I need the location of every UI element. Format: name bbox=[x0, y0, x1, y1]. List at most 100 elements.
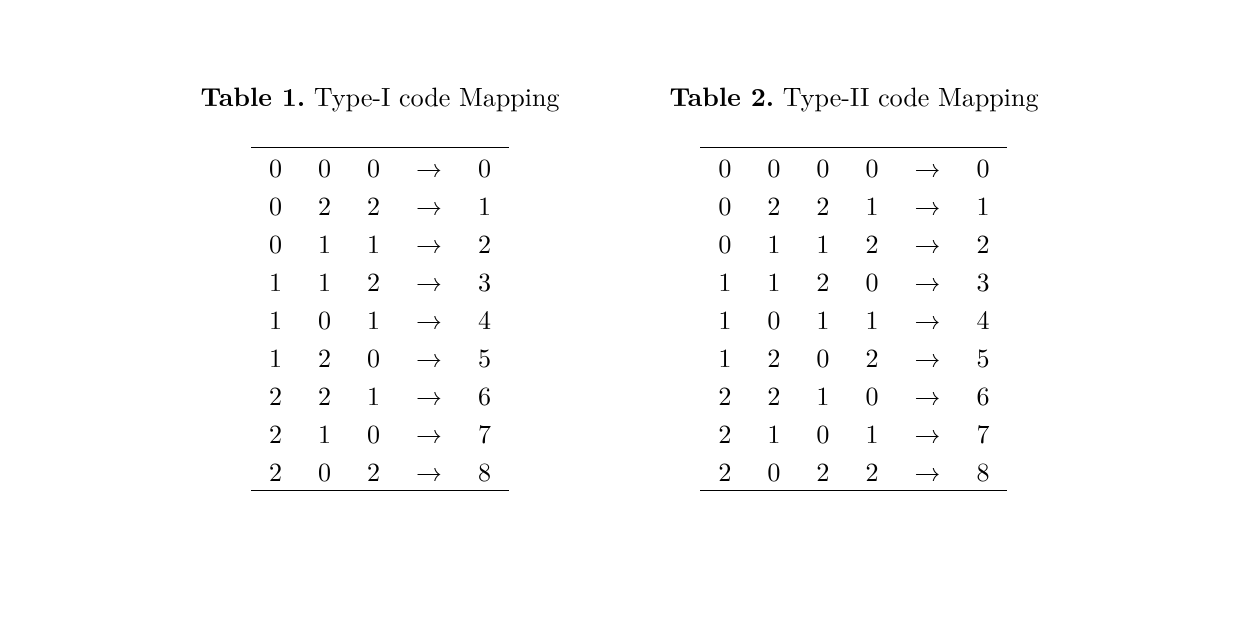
table-cell: 1 bbox=[798, 224, 847, 262]
table-cell: 1 bbox=[847, 414, 896, 452]
table-cell: 1 bbox=[251, 338, 300, 376]
table-cell: 5 bbox=[460, 338, 509, 376]
table-cell: 7 bbox=[958, 414, 1007, 452]
table-row: 1 0 1 → 4 bbox=[251, 300, 509, 338]
arrow-icon: → bbox=[398, 376, 460, 414]
arrow-icon: → bbox=[896, 224, 958, 262]
table-row: 1 1 2 0 → 3 bbox=[700, 262, 1007, 300]
table-cell: 0 bbox=[300, 452, 349, 491]
table-cell: 0 bbox=[749, 300, 798, 338]
table-cell: 1 bbox=[300, 224, 349, 262]
table-cell: 1 bbox=[251, 300, 300, 338]
arrow-icon: → bbox=[398, 338, 460, 376]
table-cell: 2 bbox=[300, 376, 349, 414]
table-row: 0 1 1 2 → 2 bbox=[700, 224, 1007, 262]
table-cell: 8 bbox=[460, 452, 509, 491]
table-cell: 0 bbox=[349, 148, 398, 187]
tables-row: Table 1. Type-I code Mapping 0 0 0 → 0 0… bbox=[0, 80, 1239, 491]
table-2-caption: Table 2. Type-II code Mapping bbox=[669, 80, 1038, 111]
table-row: 0 0 0 → 0 bbox=[251, 148, 509, 187]
table-cell: 2 bbox=[300, 338, 349, 376]
table-1: 0 0 0 → 0 0 2 2 → 1 0 1 bbox=[251, 147, 509, 491]
table-cell: 0 bbox=[847, 376, 896, 414]
table-cell: 1 bbox=[349, 224, 398, 262]
table-cell: 2 bbox=[460, 224, 509, 262]
table-row: 0 0 0 0 → 0 bbox=[700, 148, 1007, 187]
table-cell: 4 bbox=[958, 300, 1007, 338]
table-row: 0 2 2 1 → 1 bbox=[700, 186, 1007, 224]
table-cell: 2 bbox=[349, 186, 398, 224]
table-cell: 2 bbox=[349, 452, 398, 491]
table-cell: 2 bbox=[798, 186, 847, 224]
table-cell: 1 bbox=[798, 376, 847, 414]
table-cell: 2 bbox=[847, 452, 896, 491]
table-cell: 0 bbox=[847, 148, 896, 187]
table-cell: 1 bbox=[958, 186, 1007, 224]
table-1-caption: Table 1. Type-I code Mapping bbox=[201, 80, 560, 111]
table-row: 1 2 0 → 5 bbox=[251, 338, 509, 376]
table-row: 1 2 0 2 → 5 bbox=[700, 338, 1007, 376]
table-cell: 1 bbox=[349, 300, 398, 338]
table-row: 2 2 1 0 → 6 bbox=[700, 376, 1007, 414]
table-cell: 2 bbox=[251, 452, 300, 491]
table-cell: 2 bbox=[749, 338, 798, 376]
table-cell: 2 bbox=[700, 452, 749, 491]
table-2: 0 0 0 0 → 0 0 2 2 1 → 1 bbox=[700, 147, 1007, 491]
table-row: 2 0 2 → 8 bbox=[251, 452, 509, 491]
arrow-icon: → bbox=[896, 338, 958, 376]
arrow-icon: → bbox=[398, 148, 460, 187]
table-cell: 0 bbox=[749, 148, 798, 187]
table-cell: 2 bbox=[958, 224, 1007, 262]
table-cell: 2 bbox=[798, 452, 847, 491]
table-cell: 2 bbox=[749, 376, 798, 414]
table-cell: 0 bbox=[958, 148, 1007, 187]
table-cell: 1 bbox=[349, 376, 398, 414]
arrow-icon: → bbox=[398, 452, 460, 491]
table-cell: 2 bbox=[300, 186, 349, 224]
table-cell: 2 bbox=[349, 262, 398, 300]
table-cell: 1 bbox=[300, 262, 349, 300]
table-cell: 1 bbox=[700, 300, 749, 338]
table-cell: 0 bbox=[460, 148, 509, 187]
table-cell: 1 bbox=[700, 338, 749, 376]
arrow-icon: → bbox=[398, 224, 460, 262]
table-cell: 3 bbox=[958, 262, 1007, 300]
table-cell: 2 bbox=[847, 338, 896, 376]
table-1-label: Table 1. bbox=[201, 77, 306, 114]
table-cell: 2 bbox=[700, 414, 749, 452]
arrow-icon: → bbox=[896, 376, 958, 414]
table-cell: 1 bbox=[300, 414, 349, 452]
table-cell: 0 bbox=[700, 224, 749, 262]
table-cell: 2 bbox=[847, 224, 896, 262]
table-cell: 0 bbox=[798, 148, 847, 187]
table-cell: 3 bbox=[460, 262, 509, 300]
table-1-body: 0 0 0 → 0 0 2 2 → 1 0 1 bbox=[251, 148, 509, 491]
table-row: 0 1 1 → 2 bbox=[251, 224, 509, 262]
table-row: 1 0 1 1 → 4 bbox=[700, 300, 1007, 338]
table-row: 2 0 2 2 → 8 bbox=[700, 452, 1007, 491]
table-cell: 0 bbox=[798, 338, 847, 376]
table-cell: 0 bbox=[349, 338, 398, 376]
table-cell: 0 bbox=[251, 186, 300, 224]
table-cell: 0 bbox=[847, 262, 896, 300]
table-cell: 6 bbox=[958, 376, 1007, 414]
table-cell: 1 bbox=[847, 186, 896, 224]
table-cell: 0 bbox=[749, 452, 798, 491]
table-cell: 1 bbox=[749, 262, 798, 300]
table-cell: 0 bbox=[349, 414, 398, 452]
table-cell: 2 bbox=[251, 376, 300, 414]
table-row: 2 2 1 → 6 bbox=[251, 376, 509, 414]
table-cell: 4 bbox=[460, 300, 509, 338]
table-cell: 2 bbox=[700, 376, 749, 414]
table-cell: 1 bbox=[251, 262, 300, 300]
arrow-icon: → bbox=[398, 186, 460, 224]
arrow-icon: → bbox=[896, 148, 958, 187]
table-cell: 1 bbox=[700, 262, 749, 300]
table-cell: 2 bbox=[251, 414, 300, 452]
table-cell: 2 bbox=[798, 262, 847, 300]
table-2-block: Table 2. Type-II code Mapping 0 0 0 0 → … bbox=[669, 80, 1038, 491]
table-cell: 1 bbox=[798, 300, 847, 338]
table-row: 0 2 2 → 1 bbox=[251, 186, 509, 224]
table-2-title: Type-II code Mapping bbox=[783, 77, 1039, 114]
arrow-icon: → bbox=[896, 300, 958, 338]
